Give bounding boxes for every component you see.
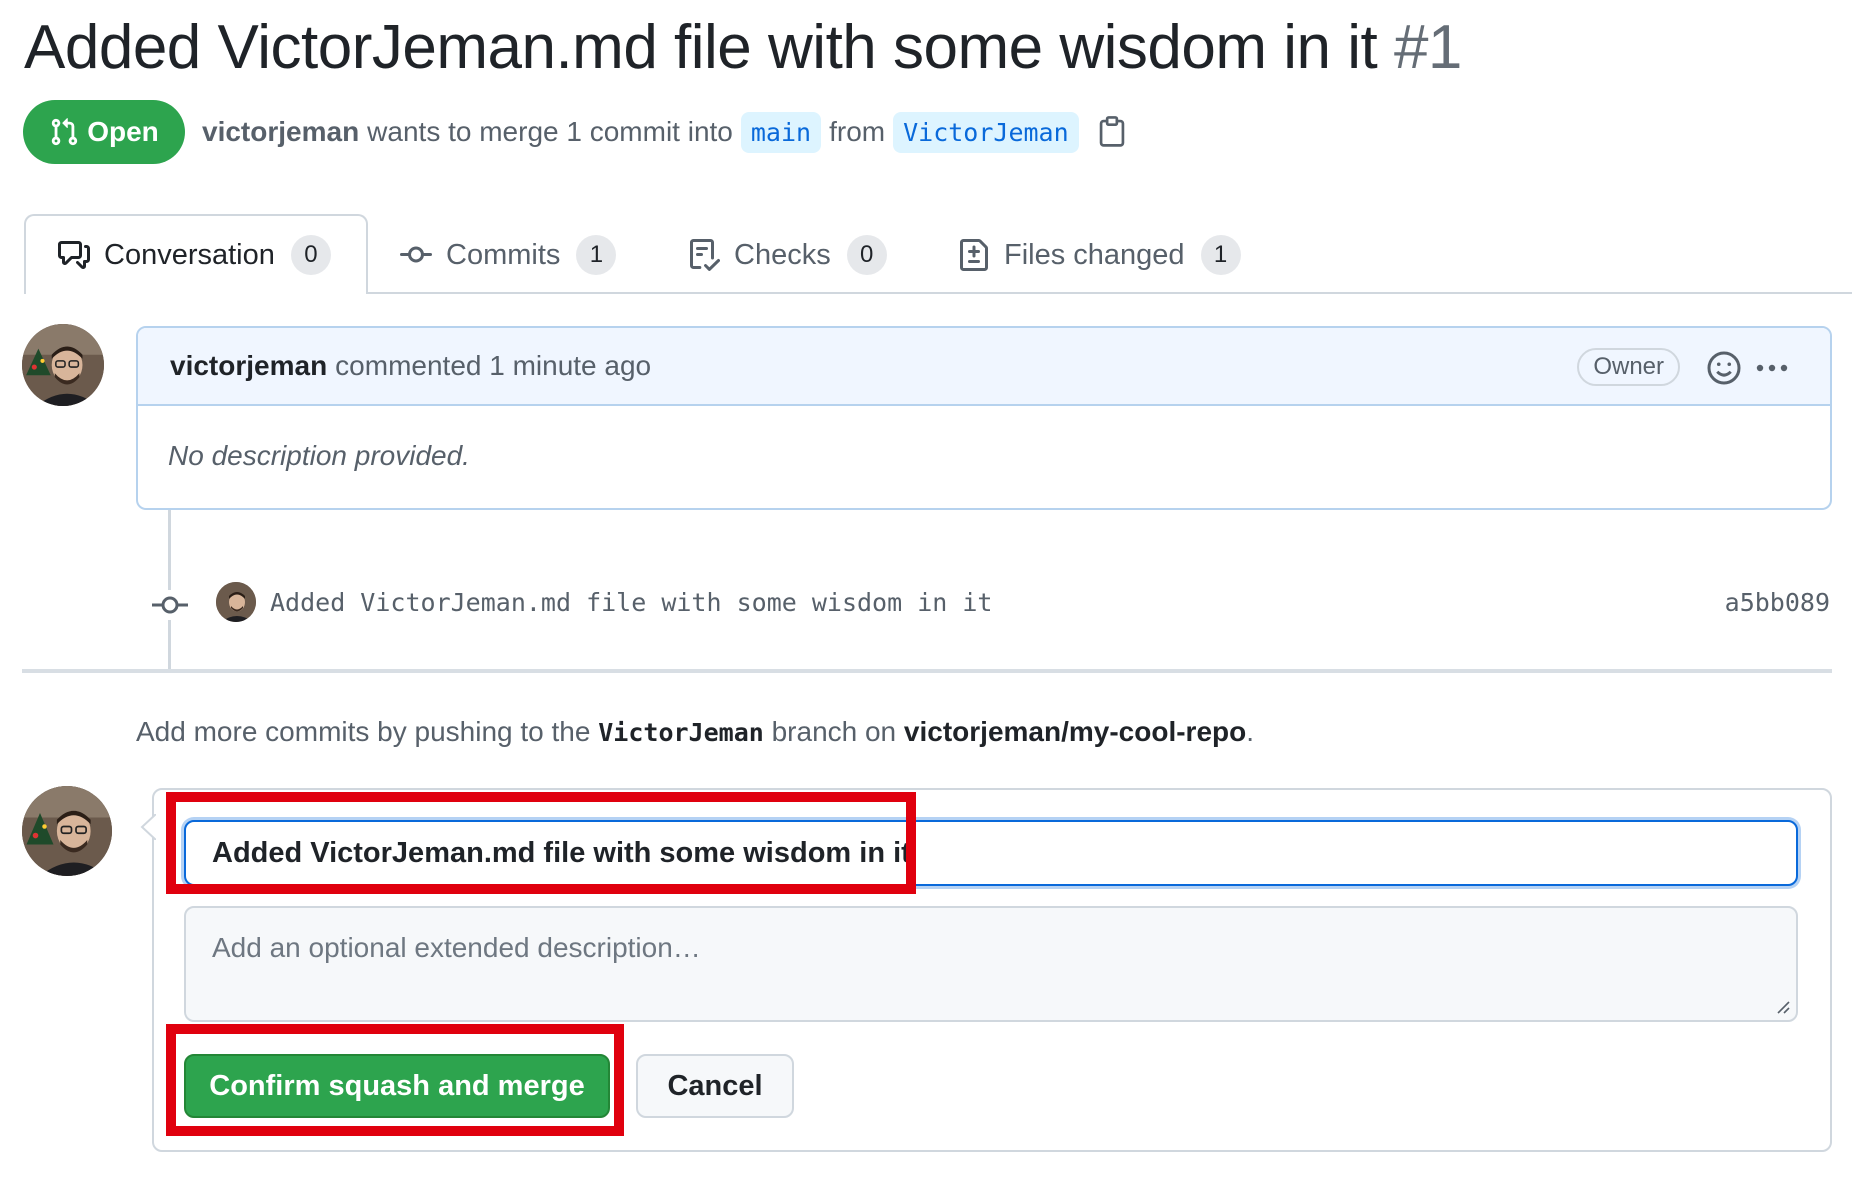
tab-counter: 0 (846, 235, 887, 275)
tab-counter: 1 (576, 235, 617, 275)
pr-state-badge: Open (23, 100, 185, 164)
head-branch-label[interactable]: VictorJeman (893, 111, 1079, 153)
tab-conversation[interactable]: Conversation 0 (24, 214, 368, 294)
hint-text: Add more commits by pushing to the (136, 716, 591, 747)
comment-timestamp[interactable]: commented 1 minute ago (335, 350, 651, 382)
copy-icon[interactable] (1097, 115, 1127, 149)
file-diff-icon (960, 239, 988, 271)
merge-box-caret (140, 814, 156, 840)
comment-author-link[interactable]: victorjeman (170, 350, 327, 382)
owner-badge: Owner (1577, 348, 1680, 386)
push-hint: Add more commits by pushing to the Victo… (136, 716, 1254, 748)
checklist-icon (690, 239, 720, 271)
hint-branch: VictorJeman (598, 718, 764, 747)
tab-label: Conversation (104, 238, 275, 271)
commenter-avatar[interactable] (22, 324, 104, 406)
hint-repo-link[interactable]: victorjeman/my-cool-repo (904, 716, 1246, 747)
git-pull-request-icon (52, 118, 78, 146)
current-user-avatar (22, 786, 112, 876)
pr-title-text: Added VictorJeman.md file with some wisd… (24, 13, 1378, 82)
avatar-image (22, 786, 112, 876)
merge-text: wants to merge 1 commit into (367, 116, 733, 147)
resize-handle-icon[interactable] (1774, 998, 1790, 1014)
tab-checks[interactable]: Checks 0 (688, 216, 887, 294)
kebab-horizontal-icon[interactable] (1752, 350, 1792, 386)
tab-label: Commits (446, 238, 561, 271)
hint-text: . (1246, 716, 1255, 747)
avatar-image (22, 324, 104, 406)
tab-label: Checks (734, 238, 831, 271)
pr-author-link[interactable]: victorjeman (202, 116, 359, 148)
highlight-box-title (166, 792, 916, 894)
cancel-button[interactable]: Cancel (636, 1054, 794, 1118)
pr-number: #1 (1393, 13, 1462, 82)
tab-commits[interactable]: Commits 1 (400, 216, 617, 294)
pr-meta: victorjeman wants to merge 1 commit into… (202, 108, 1127, 156)
tab-counter: 1 (1200, 235, 1241, 275)
timeline-divider (22, 669, 1832, 673)
commit-author-avatar[interactable] (216, 582, 256, 622)
tab-files-changed[interactable]: Files changed 1 (958, 216, 1241, 294)
comment-box: victorjeman commented 1 minute ago Owner… (136, 326, 1832, 510)
description-placeholder: Add an optional extended description… (212, 932, 701, 963)
highlight-box-button (166, 1024, 624, 1136)
avatar-image (216, 582, 256, 622)
from-text: from (829, 116, 886, 147)
commit-icon (152, 590, 188, 620)
smiley-icon[interactable] (1706, 350, 1742, 386)
tab-counter: 0 (290, 235, 331, 275)
comment-header: victorjeman commented 1 minute ago Owner (138, 328, 1830, 406)
commit-message-link[interactable]: Added VictorJeman.md file with some wisd… (270, 588, 992, 617)
commit-icon (400, 246, 432, 263)
comment-discussion-icon (58, 241, 90, 269)
base-branch-label[interactable]: main (740, 111, 822, 153)
hint-text: branch on (771, 716, 897, 747)
commit-sha-link[interactable]: a5bb089 (1725, 588, 1830, 617)
tab-label: Files changed (1004, 238, 1185, 271)
pr-state-label: Open (87, 116, 159, 147)
comment-body: No description provided. (168, 440, 470, 471)
page-title: Added VictorJeman.md file with some wisd… (24, 8, 1462, 88)
commit-description-textarea[interactable]: Add an optional extended description… (184, 906, 1798, 1022)
